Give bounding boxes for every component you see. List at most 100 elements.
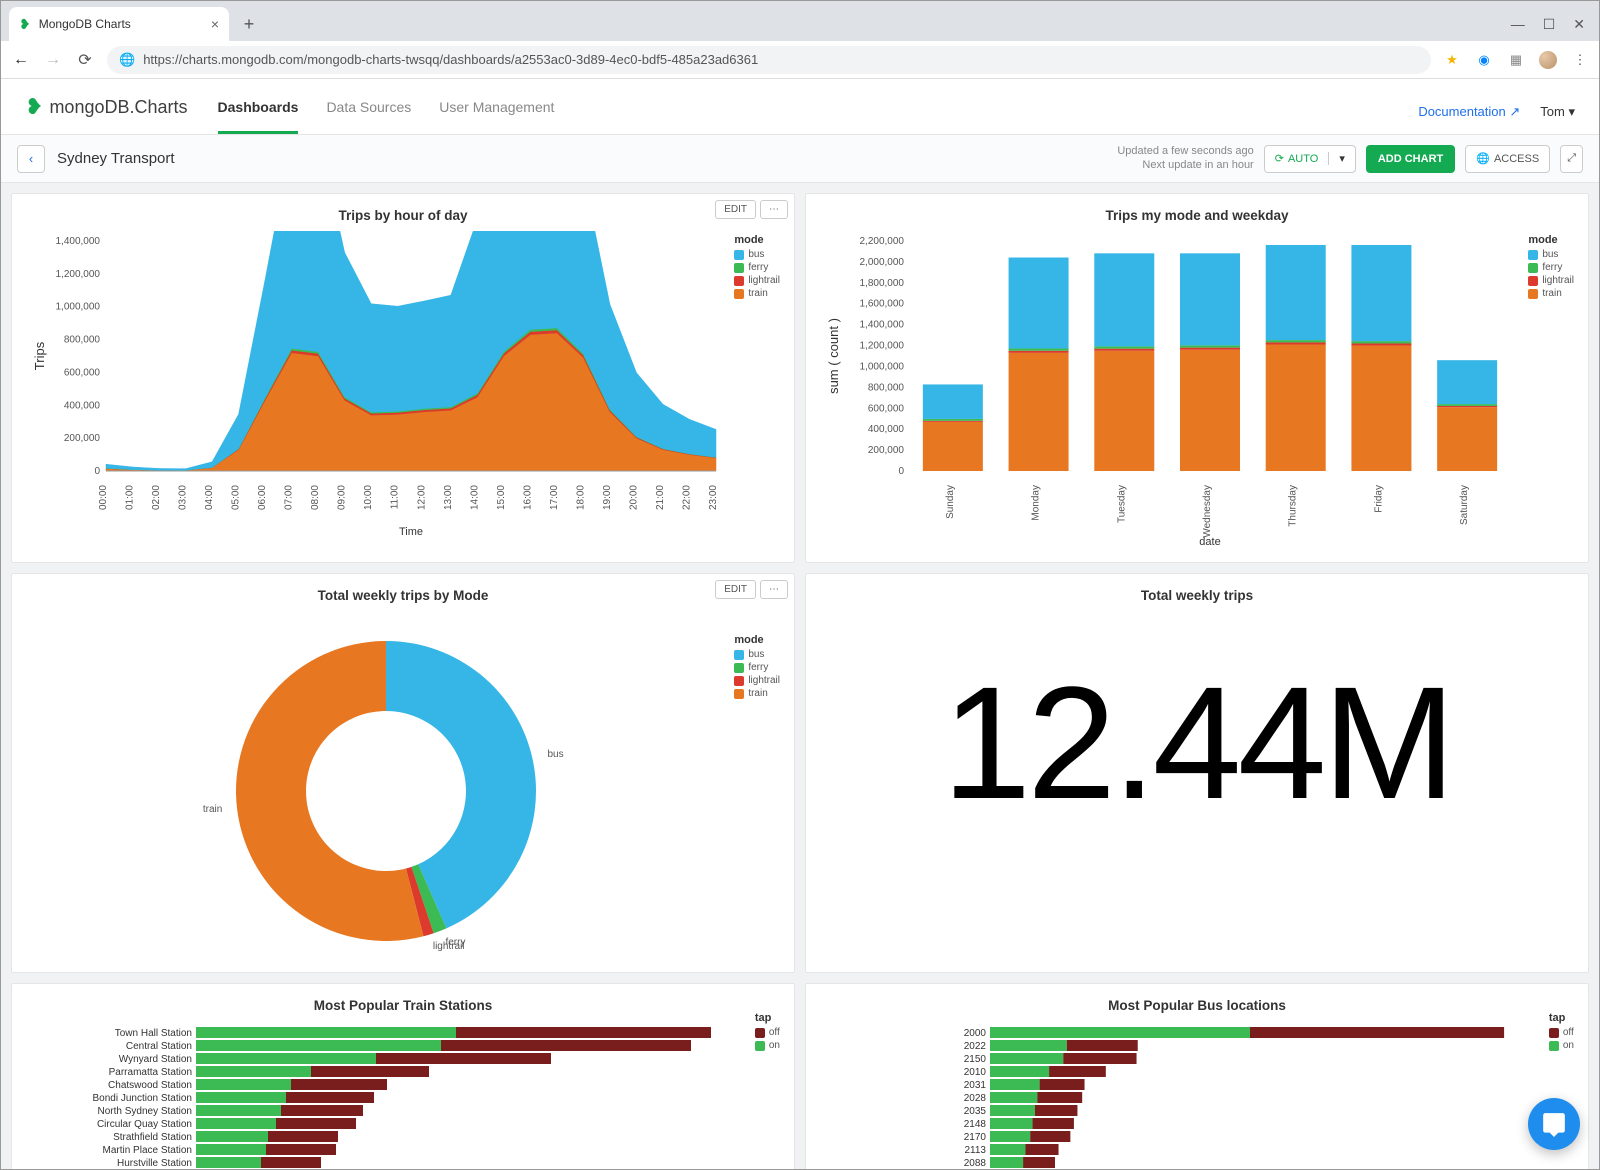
refresh-mode[interactable]: ⟳ AUTO ▾ bbox=[1264, 145, 1356, 173]
app-header: ❥ mongoDB.Charts Dashboards Data Sources… bbox=[1, 79, 1599, 135]
dashboard-title: Sydney Transport bbox=[57, 150, 175, 167]
nav-dashboards[interactable]: Dashboards bbox=[218, 99, 299, 134]
chart-title: Trips by hour of day bbox=[26, 208, 780, 223]
user-menu[interactable]: Tom ▾ bbox=[1540, 104, 1575, 120]
browser-tab[interactable]: ❥ MongoDB Charts × bbox=[9, 7, 229, 41]
svg-text:2088: 2088 bbox=[964, 1158, 987, 1169]
tab-title: MongoDB Charts bbox=[39, 17, 131, 31]
svg-text:14:00: 14:00 bbox=[469, 485, 480, 510]
dashboard-grid: EDIT ⋯ Trips by hour of day mode busferr… bbox=[1, 183, 1599, 1169]
svg-text:Central Station: Central Station bbox=[126, 1041, 192, 1052]
documentation-link[interactable]: Documentation ↗ bbox=[1418, 104, 1520, 120]
help-bubble[interactable] bbox=[1528, 1098, 1580, 1150]
globe-icon: 🌐 bbox=[1476, 152, 1490, 165]
extension-icon[interactable]: ▦ bbox=[1507, 51, 1525, 69]
star-icon[interactable]: ★ bbox=[1443, 51, 1461, 69]
back-button[interactable]: ‹ bbox=[17, 145, 45, 173]
menu-icon[interactable]: ⋮ bbox=[1571, 51, 1589, 69]
svg-text:Parramatta Station: Parramatta Station bbox=[109, 1067, 192, 1078]
svg-text:Chatswood Station: Chatswood Station bbox=[108, 1080, 192, 1091]
big-number: 12.44M bbox=[820, 663, 1574, 823]
chart-card-bus-locations[interactable]: Most Popular Bus locations tap offon 200… bbox=[805, 983, 1589, 1169]
svg-text:19:00: 19:00 bbox=[602, 485, 613, 510]
svg-text:2,000,000: 2,000,000 bbox=[860, 257, 905, 268]
svg-text:16:00: 16:00 bbox=[522, 485, 533, 510]
svg-text:Bondi Junction Station: Bondi Junction Station bbox=[92, 1093, 192, 1104]
svg-text:sum ( count ): sum ( count ) bbox=[826, 318, 841, 394]
chart-card-hour[interactable]: EDIT ⋯ Trips by hour of day mode busferr… bbox=[11, 193, 795, 563]
svg-text:800,000: 800,000 bbox=[868, 382, 905, 393]
svg-text:Trips: Trips bbox=[32, 341, 47, 370]
svg-text:0: 0 bbox=[94, 466, 100, 477]
svg-text:2031: 2031 bbox=[964, 1080, 987, 1091]
more-button[interactable]: ⋯ bbox=[760, 200, 788, 219]
edit-button[interactable]: EDIT bbox=[715, 580, 756, 599]
profile-avatar[interactable] bbox=[1539, 51, 1557, 69]
svg-text:Town Hall Station: Town Hall Station bbox=[115, 1028, 192, 1039]
svg-text:03:00: 03:00 bbox=[178, 485, 189, 510]
svg-text:Sunday: Sunday bbox=[945, 485, 956, 519]
svg-text:07:00: 07:00 bbox=[284, 485, 295, 510]
svg-text:06:00: 06:00 bbox=[257, 485, 268, 510]
svg-text:12:00: 12:00 bbox=[416, 485, 427, 510]
svg-text:2113: 2113 bbox=[964, 1145, 986, 1156]
svg-text:Wednesday: Wednesday bbox=[1202, 485, 1213, 538]
external-link-icon: ↗ bbox=[1509, 104, 1520, 119]
access-button[interactable]: 🌐ACCESS bbox=[1465, 145, 1550, 173]
svg-text:Circular Quay Station: Circular Quay Station bbox=[97, 1119, 192, 1130]
nav-user-management[interactable]: User Management bbox=[439, 99, 554, 134]
svg-text:Martin Place Station: Martin Place Station bbox=[103, 1145, 193, 1156]
address-bar[interactable]: 🌐 https://charts.mongodb.com/mongodb-cha… bbox=[107, 46, 1431, 74]
svg-text:1,800,000: 1,800,000 bbox=[860, 278, 905, 289]
svg-text:2170: 2170 bbox=[964, 1132, 987, 1143]
new-tab-button[interactable]: + bbox=[235, 10, 263, 38]
svg-text:20:00: 20:00 bbox=[628, 485, 639, 510]
svg-text:01:00: 01:00 bbox=[125, 485, 136, 510]
svg-text:1,400,000: 1,400,000 bbox=[860, 320, 905, 331]
url-text: https://charts.mongodb.com/mongodb-chart… bbox=[143, 52, 758, 67]
legend: mode busferrylightrailtrain bbox=[734, 234, 780, 301]
svg-text:Thursday: Thursday bbox=[1288, 485, 1299, 527]
chart-card-train-stations[interactable]: Most Popular Train Stations tap offon To… bbox=[11, 983, 795, 1169]
chart-card-number[interactable]: Total weekly trips 12.44M bbox=[805, 573, 1589, 973]
add-chart-button[interactable]: ADD CHART bbox=[1366, 145, 1455, 173]
svg-text:1,200,000: 1,200,000 bbox=[56, 269, 101, 280]
svg-text:train: train bbox=[203, 804, 222, 815]
fullscreen-button[interactable]: ⤢ bbox=[1560, 145, 1583, 173]
svg-text:400,000: 400,000 bbox=[64, 400, 101, 411]
svg-text:0: 0 bbox=[898, 466, 904, 477]
svg-text:2148: 2148 bbox=[964, 1119, 987, 1130]
maximize-icon[interactable]: ☐ bbox=[1543, 16, 1556, 33]
forward-icon[interactable]: → bbox=[43, 51, 63, 69]
svg-text:2035: 2035 bbox=[964, 1106, 987, 1117]
minimize-icon[interactable]: — bbox=[1511, 16, 1525, 33]
svg-text:09:00: 09:00 bbox=[337, 485, 348, 510]
chart-card-pie[interactable]: EDIT ⋯ Total weekly trips by Mode mode b… bbox=[11, 573, 795, 973]
svg-text:2150: 2150 bbox=[964, 1054, 987, 1065]
nav-data-sources[interactable]: Data Sources bbox=[326, 99, 411, 134]
svg-text:15:00: 15:00 bbox=[496, 485, 507, 510]
svg-text:200,000: 200,000 bbox=[64, 433, 101, 444]
svg-text:Strathfield Station: Strathfield Station bbox=[113, 1132, 192, 1143]
update-status: Updated a few seconds ago Next update in… bbox=[1117, 145, 1253, 171]
close-window-icon[interactable]: ✕ bbox=[1573, 16, 1585, 33]
legend: mode busferrylightrailtrain bbox=[734, 634, 780, 701]
reload-icon[interactable]: ⟳ bbox=[75, 50, 95, 70]
chart-title: Trips my mode and weekday bbox=[820, 208, 1574, 223]
svg-text:bus: bus bbox=[547, 749, 563, 760]
svg-text:800,000: 800,000 bbox=[64, 335, 101, 346]
back-icon[interactable]: ← bbox=[11, 51, 31, 69]
svg-text:lightrail: lightrail bbox=[433, 941, 465, 952]
svg-text:10:00: 10:00 bbox=[363, 485, 374, 510]
close-icon[interactable]: × bbox=[211, 16, 219, 32]
more-button[interactable]: ⋯ bbox=[760, 580, 788, 599]
messenger-icon[interactable]: ◉ bbox=[1475, 51, 1493, 69]
brand-logo[interactable]: ❥ mongoDB.Charts bbox=[25, 94, 188, 120]
chart-title: Total weekly trips bbox=[820, 588, 1574, 603]
svg-text:18:00: 18:00 bbox=[575, 485, 586, 510]
svg-text:21:00: 21:00 bbox=[655, 485, 666, 510]
chart-card-weekday[interactable]: Trips my mode and weekday mode busferryl… bbox=[805, 193, 1589, 563]
edit-button[interactable]: EDIT bbox=[715, 200, 756, 219]
svg-text:05:00: 05:00 bbox=[231, 485, 242, 510]
svg-text:2,200,000: 2,200,000 bbox=[860, 236, 905, 247]
